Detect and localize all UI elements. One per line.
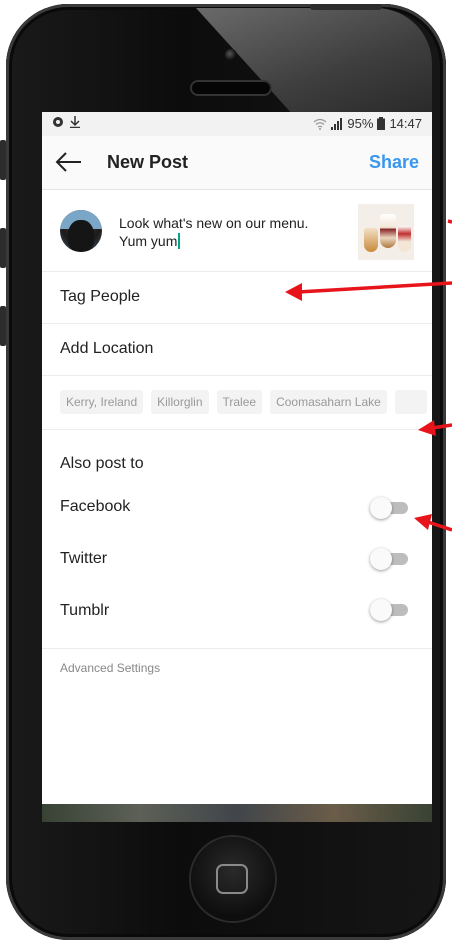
- location-chip-partial[interactable]: [394, 390, 427, 414]
- app-screen: 95% 14:47 New Post Share Look what's new…: [42, 112, 432, 804]
- battery-percent: 95%: [347, 116, 374, 131]
- add-location-row[interactable]: Add Location: [42, 324, 432, 376]
- page-title: New Post: [107, 152, 189, 172]
- volume-up-button: [0, 228, 6, 268]
- facebook-toggle[interactable]: [370, 497, 410, 519]
- record-icon: [53, 117, 63, 127]
- also-post-header: Also post to: [60, 455, 144, 472]
- tumblr-toggle[interactable]: [370, 599, 410, 621]
- mute-switch: [0, 140, 6, 180]
- home-button-icon: [216, 864, 248, 894]
- caption-input[interactable]: Look what's new on our menu. Yum yum: [119, 214, 339, 250]
- annotation-tick-caption: [447, 219, 452, 224]
- front-camera: [225, 49, 237, 61]
- wifi-icon: [314, 118, 327, 130]
- app-bar: New Post Share: [42, 136, 432, 190]
- post-thumbnail[interactable]: [358, 204, 414, 260]
- caption-line-2: Yum yum: [119, 233, 178, 249]
- caption-row: Look what's new on our menu. Yum yum: [42, 190, 432, 272]
- caption-line-1: Look what's new on our menu.: [119, 215, 309, 231]
- facebook-label: Facebook: [60, 498, 131, 515]
- clock: 14:47: [389, 116, 422, 131]
- text-cursor: [178, 233, 181, 249]
- twitter-toggle[interactable]: [370, 548, 410, 570]
- volume-down-button: [0, 306, 6, 346]
- signal-icon: [331, 117, 343, 130]
- location-chip[interactable]: Tralee: [216, 390, 263, 414]
- tag-people-row[interactable]: Tag People: [42, 272, 432, 324]
- advanced-settings-link[interactable]: Advanced Settings: [60, 661, 160, 675]
- tag-people-label: Tag People: [60, 288, 141, 305]
- earpiece-speaker: [192, 82, 270, 94]
- add-location-label: Add Location: [60, 340, 154, 357]
- avatar: [60, 210, 102, 252]
- power-button: [310, 4, 382, 10]
- divider: [42, 648, 432, 649]
- location-chip[interactable]: Killorglin: [151, 390, 209, 414]
- location-chip[interactable]: Coomasaharn Lake: [270, 390, 387, 414]
- back-arrow-icon[interactable]: [54, 150, 82, 174]
- location-chip[interactable]: Kerry, Ireland: [60, 390, 144, 414]
- location-suggestions: Kerry, Ireland Killorglin Tralee Coomasa…: [42, 376, 432, 430]
- status-bar: 95% 14:47: [42, 112, 432, 136]
- share-button[interactable]: Share: [369, 152, 419, 173]
- tumblr-label: Tumblr: [60, 602, 110, 619]
- battery-icon: [377, 117, 386, 130]
- download-icon: [70, 116, 80, 128]
- twitter-label: Twitter: [60, 550, 108, 567]
